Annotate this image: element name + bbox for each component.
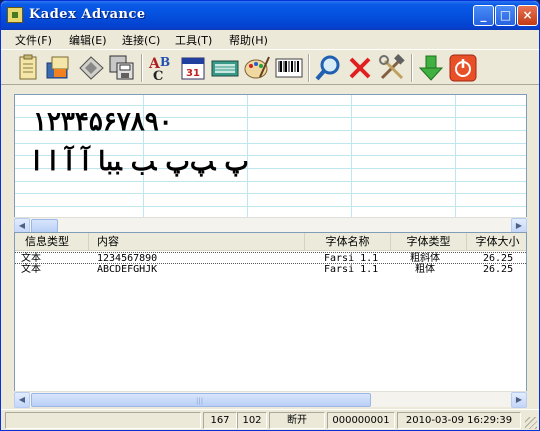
- main-window: Kadex Advance _ □ × 文件(F) 编辑(E) 连接(C) 工具…: [0, 0, 540, 431]
- item-list: 信息类型 内容 字体名称 字体类型 字体大小 文本 1234567890 Far…: [14, 232, 527, 406]
- save-as-icon[interactable]: [107, 53, 137, 83]
- power-icon[interactable]: [448, 53, 478, 83]
- delete-icon[interactable]: [345, 53, 375, 83]
- column-font-size[interactable]: 字体大小: [467, 233, 526, 251]
- spell-check-icon[interactable]: ABC: [147, 53, 177, 84]
- download-icon[interactable]: [416, 53, 446, 83]
- menu-edit[interactable]: 编辑(E): [69, 32, 107, 48]
- svg-text:C: C: [153, 69, 163, 83]
- toolbar-separator: [411, 54, 413, 82]
- toolbar: ABC 31: [1, 49, 539, 85]
- open-icon[interactable]: [44, 53, 74, 83]
- menu-connect[interactable]: 连接(C): [122, 32, 160, 48]
- scroll-thumb[interactable]: |||: [31, 393, 371, 407]
- preview-line-letters[interactable]: ﭖ ﭗﭖ ﺐ ﺒﺒﺎ آ آ ا ا: [33, 147, 249, 177]
- scroll-right-button[interactable]: ▶: [511, 392, 527, 408]
- menu-file[interactable]: 文件(F): [15, 32, 52, 48]
- status-datetime: 2010-03-09 16:29:39: [397, 412, 521, 429]
- list-header: 信息类型 内容 字体名称 字体类型 字体大小: [15, 233, 526, 251]
- svg-text:31: 31: [186, 68, 200, 79]
- new-icon[interactable]: [13, 53, 43, 83]
- label-preview[interactable]: ۱۲۳۴۵۶۷۸۹۰ ﭖ ﭗﭖ ﺐ ﺒﺒﺎ آ آ ا ا: [14, 94, 527, 218]
- scroll-thumb[interactable]: [31, 219, 58, 233]
- menu-tools[interactable]: 工具(T): [175, 32, 212, 48]
- column-content[interactable]: 内容: [89, 233, 305, 251]
- column-font-type[interactable]: 字体类型: [391, 233, 467, 251]
- menu-bar: 文件(F) 编辑(E) 连接(C) 工具(T) 帮助(H): [1, 30, 539, 49]
- close-button[interactable]: ×: [517, 5, 538, 26]
- status-message: [5, 412, 201, 429]
- maximize-button[interactable]: □: [495, 5, 516, 26]
- column-font-name[interactable]: 字体名称: [305, 233, 391, 251]
- status-connection: 断开: [269, 412, 325, 429]
- status-y: 102: [237, 412, 267, 429]
- toolbar-separator: [141, 54, 143, 82]
- keyboard-icon[interactable]: [210, 53, 240, 83]
- minimize-button[interactable]: _: [473, 5, 494, 26]
- status-code: 000000001: [327, 412, 395, 429]
- preview-line-digits[interactable]: ۱۲۳۴۵۶۷۸۹۰: [33, 107, 173, 137]
- column-info-type[interactable]: 信息类型: [15, 233, 89, 251]
- app-icon: [7, 7, 23, 23]
- table-row[interactable]: 文本 ABCDEFGHJK Farsi 1.1 粗体 26.25: [15, 264, 526, 276]
- toolbar-separator: [308, 54, 310, 82]
- scroll-left-button[interactable]: ◀: [14, 392, 30, 408]
- preview-hscrollbar[interactable]: ◀ ▶: [14, 217, 527, 234]
- save-icon[interactable]: [76, 53, 106, 83]
- list-hscrollbar[interactable]: ◀ ||| ▶: [14, 391, 527, 408]
- resize-grip[interactable]: [525, 417, 537, 429]
- paint-icon[interactable]: [242, 53, 272, 83]
- calendar-icon[interactable]: 31: [178, 53, 208, 83]
- status-bar: 167 102 断开 000000001 2010-03-09 16:29:39: [1, 409, 539, 430]
- barcode-icon[interactable]: [274, 53, 304, 83]
- window-title: Kadex Advance: [29, 7, 146, 22]
- search-icon[interactable]: [313, 53, 343, 83]
- menu-help[interactable]: 帮助(H): [229, 32, 268, 48]
- table-row[interactable]: 文本 1234567890 Farsi 1.1 粗斜体 26.25: [15, 252, 526, 264]
- tools-icon[interactable]: [377, 53, 407, 83]
- svg-text:B: B: [160, 55, 170, 69]
- title-bar[interactable]: Kadex Advance _ □ ×: [1, 1, 539, 30]
- status-x: 167: [203, 412, 237, 429]
